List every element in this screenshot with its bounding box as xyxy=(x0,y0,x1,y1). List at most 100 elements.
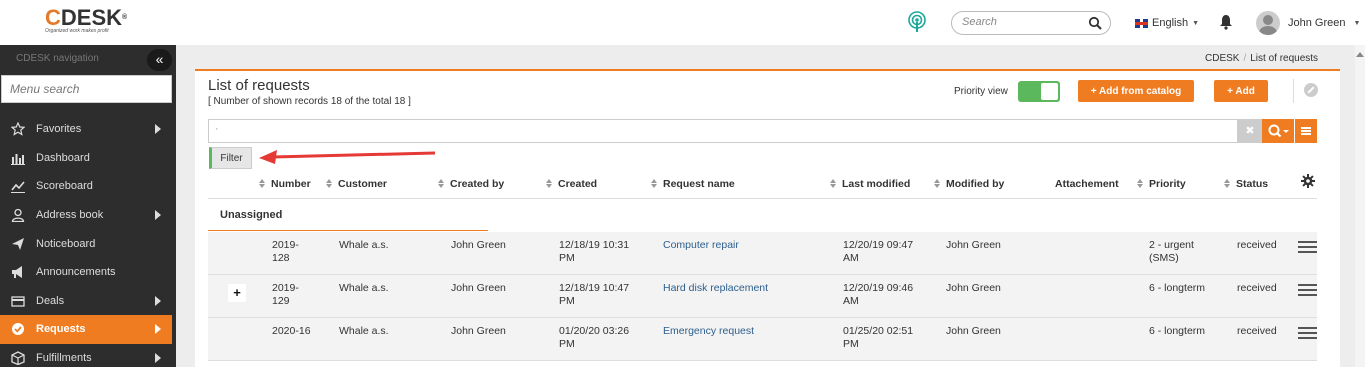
uk-flag-icon xyxy=(1135,18,1148,28)
table-row[interactable]: + 2019- 129 Whale a.s. John Green 12/18/… xyxy=(208,275,1317,318)
sidebar-item-label: Fulfillments xyxy=(36,352,92,365)
sidebar-item-label: Announcements xyxy=(36,266,116,279)
podcast-icon[interactable] xyxy=(907,11,927,33)
filter-bar[interactable] xyxy=(208,119,1238,143)
sidebar-item-label: Noticeboard xyxy=(36,237,96,250)
sidebar-item-deals[interactable]: Deals xyxy=(0,287,172,316)
cdesk-logo[interactable]: CDESK® Organized work makes profit xyxy=(45,7,127,35)
row-menu-icon[interactable] xyxy=(1298,241,1317,253)
column-modified-by[interactable]: Modified by xyxy=(934,178,1004,190)
sort-icon xyxy=(1224,179,1230,188)
chevron-right-icon xyxy=(155,352,161,363)
sort-icon xyxy=(326,179,332,188)
star-icon xyxy=(11,122,25,137)
request-link[interactable]: Hard disk replacement xyxy=(663,282,768,295)
scrollbar[interactable] xyxy=(1355,45,1365,367)
column-customer[interactable]: Customer xyxy=(326,178,387,190)
check-circle-icon xyxy=(12,323,24,336)
chevron-down-icon: ▼ xyxy=(1353,19,1361,27)
gear-icon[interactable] xyxy=(1301,174,1315,188)
column-last-modified[interactable]: Last modified xyxy=(830,178,910,190)
list-menu-button[interactable] xyxy=(1295,119,1317,143)
cell-created: 12/18/19 10:31 PM xyxy=(559,239,630,264)
sidebar-item-noticeboard[interactable]: Noticeboard xyxy=(0,229,172,258)
sort-icon xyxy=(546,179,552,188)
bell-icon[interactable] xyxy=(1219,14,1233,30)
request-link[interactable]: Emergency request xyxy=(663,325,754,338)
sidebar-item-dashboard[interactable]: Dashboard xyxy=(0,144,172,173)
sidebar-item-requests[interactable]: Requests xyxy=(0,315,172,344)
clear-filter-button[interactable]: ✖ xyxy=(1238,119,1262,143)
language-selector[interactable]: English ▼ xyxy=(1135,17,1199,29)
user-menu[interactable]: John Green ▼ xyxy=(1256,11,1360,35)
sidebar-item-favorites[interactable]: Favorites xyxy=(0,115,172,144)
sidebar-item-scoreboard[interactable]: Scoreboard xyxy=(0,172,172,201)
sidebar-item-label: Deals xyxy=(36,294,65,307)
cell-priority: 2 - urgent (SMS) xyxy=(1149,239,1194,264)
cell-customer: Whale a.s. xyxy=(339,239,389,251)
divider xyxy=(208,198,1317,199)
menu-search-input[interactable] xyxy=(2,76,171,102)
menu-search[interactable] xyxy=(1,75,172,103)
row-menu-icon[interactable] xyxy=(1298,327,1317,339)
cell-created: 12/18/19 10:47 PM xyxy=(559,282,630,307)
divider xyxy=(1293,79,1294,103)
scroll-up-icon[interactable] xyxy=(1356,52,1364,57)
cell-priority: 6 - longterm xyxy=(1149,282,1206,294)
cell-last-modified: 12/20/19 09:47 AM xyxy=(843,239,914,264)
sort-icon xyxy=(651,179,657,188)
filter-search-button[interactable] xyxy=(1262,119,1294,143)
sidebar-item-fulfillments[interactable]: Fulfillments xyxy=(0,344,172,372)
cell-status: received xyxy=(1237,239,1277,251)
sort-icon xyxy=(438,179,444,188)
box-icon xyxy=(11,351,25,366)
expand-row-button[interactable]: + xyxy=(228,284,246,302)
table-row[interactable]: 2019- 128 Whale a.s. John Green 12/18/19… xyxy=(208,232,1317,275)
cell-number: 2019- 128 xyxy=(272,239,299,264)
filter-button[interactable]: Filter xyxy=(209,147,252,169)
request-link[interactable]: Computer repair xyxy=(663,239,739,252)
global-search[interactable] xyxy=(951,11,1111,35)
page-title: List of requests xyxy=(208,77,310,94)
cell-modified-by: John Green xyxy=(946,282,1001,294)
cell-modified-by: John Green xyxy=(946,325,1001,337)
filter-input[interactable] xyxy=(215,123,1215,135)
breadcrumb-root[interactable]: CDESK xyxy=(1205,53,1239,64)
priority-view-toggle[interactable] xyxy=(1018,81,1060,102)
cell-priority: 6 - longterm xyxy=(1149,325,1206,337)
paper-plane-icon xyxy=(12,237,24,250)
column-created[interactable]: Created xyxy=(546,178,597,190)
collapse-sidebar-button[interactable]: « xyxy=(147,49,172,71)
row-menu-icon[interactable] xyxy=(1298,284,1317,296)
column-request-name[interactable]: Request name xyxy=(651,178,735,190)
user-icon xyxy=(11,208,25,223)
close-icon: ✖ xyxy=(1245,125,1255,137)
sidebar-item-announcements[interactable]: Announcements xyxy=(0,258,172,287)
sidebar-item-address-book[interactable]: Address book xyxy=(0,201,172,230)
priority-view-label: Priority view xyxy=(954,86,1008,97)
column-status[interactable]: Status xyxy=(1224,178,1268,190)
sort-icon xyxy=(259,179,265,188)
cell-customer: Whale a.s. xyxy=(339,282,389,294)
column-created-by[interactable]: Created by xyxy=(438,178,504,190)
card-icon xyxy=(11,296,25,307)
column-attachment: Attachement xyxy=(1055,178,1119,190)
add-from-catalog-button[interactable]: + Add from catalog xyxy=(1078,80,1194,102)
table-row[interactable]: 2020-16 Whale a.s. John Green 01/20/20 0… xyxy=(208,318,1317,361)
cell-last-modified: 12/20/19 09:46 AM xyxy=(843,282,914,307)
edit-icon[interactable] xyxy=(1304,83,1318,97)
column-priority[interactable]: Priority xyxy=(1137,178,1186,190)
sidebar-item-label: Dashboard xyxy=(36,151,90,164)
column-number[interactable]: Number xyxy=(259,178,311,190)
sidebar-title: CDESK navigation xyxy=(16,53,99,64)
cell-created-by: John Green xyxy=(451,239,506,251)
search-icon[interactable] xyxy=(1088,16,1102,30)
annotation-arrow xyxy=(259,150,436,164)
sort-icon xyxy=(830,179,836,188)
chevron-right-icon xyxy=(155,324,161,335)
cell-created-by: John Green xyxy=(451,325,506,337)
chevron-right-icon xyxy=(155,209,161,220)
sidebar-item-label: Address book xyxy=(36,209,104,222)
search-input[interactable] xyxy=(962,16,1082,28)
add-button[interactable]: + Add xyxy=(1214,80,1268,102)
